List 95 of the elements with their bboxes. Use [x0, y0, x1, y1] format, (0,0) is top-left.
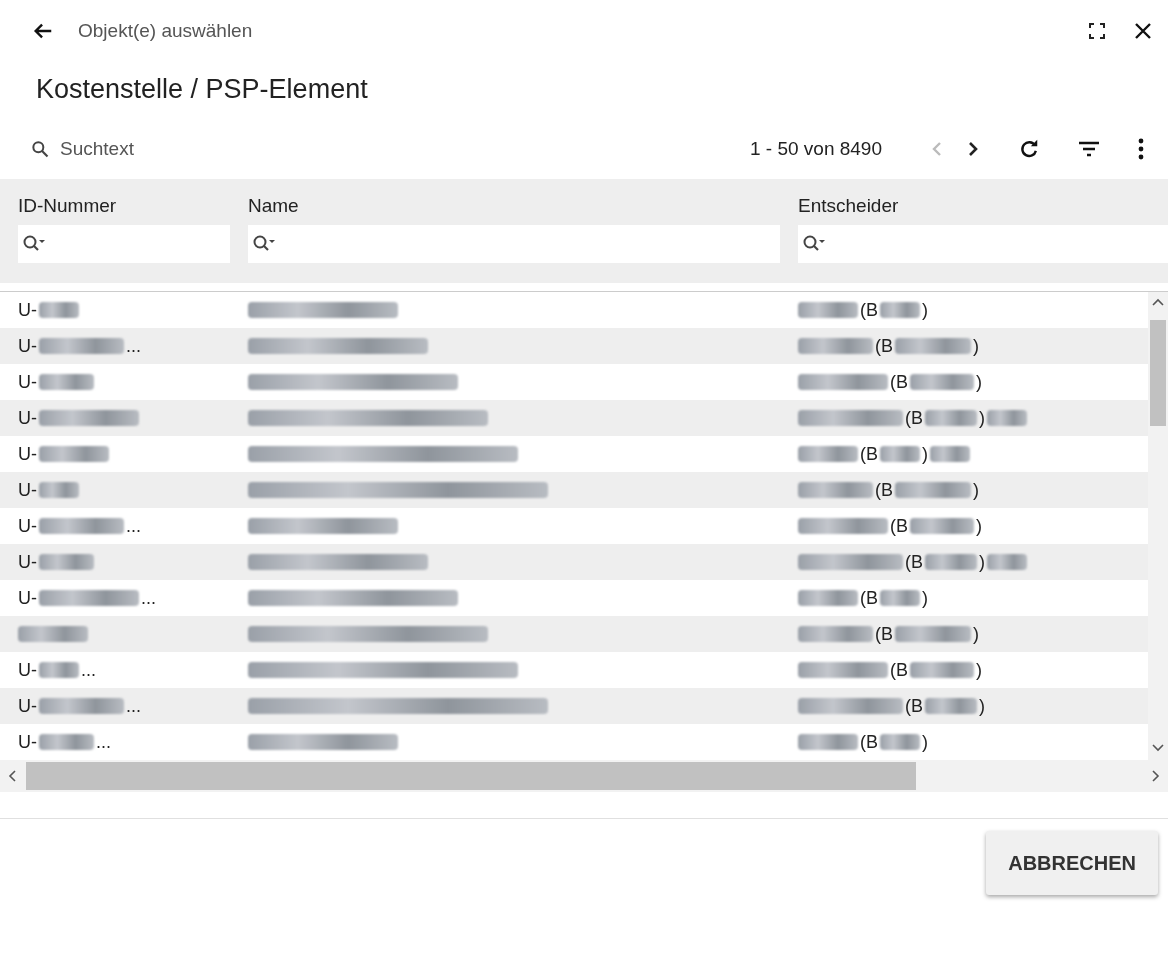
cell-text: U-	[18, 407, 37, 429]
fullscreen-icon	[1088, 22, 1106, 40]
cell-text: )	[979, 407, 985, 429]
chevron-left-icon	[930, 140, 944, 158]
cell-text: (B	[875, 479, 893, 501]
cell-text: (B	[905, 551, 923, 573]
cell-text: (B	[875, 623, 893, 645]
cancel-button[interactable]: ABBRECHEN	[986, 831, 1158, 895]
scroll-left-icon	[8, 770, 16, 782]
redacted-text	[880, 590, 920, 606]
redacted-text	[910, 518, 974, 534]
more-icon	[1138, 138, 1144, 160]
cell-text: )	[976, 515, 982, 537]
cell-text: U-	[18, 587, 37, 609]
cell-text: (B	[875, 335, 893, 357]
cell-text: (B	[890, 515, 908, 537]
column-header[interactable]: Name	[248, 195, 780, 217]
redacted-text	[39, 734, 94, 750]
cell-text: ...	[141, 587, 156, 609]
cell-text: )	[979, 695, 985, 717]
cell-text: (B	[890, 659, 908, 681]
cell-text: (B	[860, 443, 878, 465]
redacted-text	[987, 410, 1027, 426]
cell-text: (B	[860, 299, 878, 321]
redacted-text	[925, 410, 977, 426]
cell-text: (B	[860, 731, 878, 753]
cell-text: ...	[96, 731, 111, 753]
cell-text: (B	[890, 371, 908, 393]
refresh-icon	[1018, 138, 1040, 160]
redacted-text	[880, 302, 920, 318]
cell-text: U-	[18, 695, 37, 717]
redacted-text	[880, 446, 920, 462]
cell-text: ...	[81, 659, 96, 681]
cell-text: )	[973, 623, 979, 645]
cell-text: )	[973, 479, 979, 501]
close-icon	[1134, 22, 1152, 40]
cell-text: U-	[18, 515, 37, 537]
redacted-text	[880, 734, 920, 750]
heading: Kostenstelle / PSP-Element	[35, 73, 369, 106]
redacted-text	[925, 554, 977, 570]
redacted-text	[910, 374, 974, 390]
search-icon	[30, 139, 50, 159]
cell-text: )	[973, 335, 979, 357]
redacted-text	[930, 446, 970, 462]
redacted-text	[798, 590, 858, 606]
cell-text: )	[976, 659, 982, 681]
cell-text: U-	[18, 371, 37, 393]
cell-text: )	[922, 443, 928, 465]
cell-text: U-	[18, 551, 37, 573]
redacted-text	[39, 662, 79, 678]
redacted-text	[798, 302, 858, 318]
chevron-right-icon	[966, 140, 980, 158]
redacted-text	[39, 482, 79, 498]
cell-text: (B	[860, 587, 878, 609]
redacted-text	[925, 698, 977, 714]
cell-text: )	[979, 551, 985, 573]
redacted-text	[18, 626, 88, 642]
cell-text: )	[976, 371, 982, 393]
cell-text: U-	[18, 731, 37, 753]
scroll-up-icon	[1152, 298, 1164, 306]
redacted-text	[987, 554, 1027, 570]
scroll-thumb[interactable]	[26, 762, 916, 790]
cell-text: ...	[126, 335, 141, 357]
scroll-thumb[interactable]	[1150, 320, 1166, 426]
redacted-text	[39, 302, 79, 318]
horizontal-scrollbar[interactable]	[0, 760, 1168, 792]
cell-text: U-	[18, 479, 37, 501]
redacted-text	[910, 662, 974, 678]
column-filter-field[interactable]	[798, 225, 1168, 263]
cell-text: )	[922, 587, 928, 609]
column-header[interactable]: ID-Nummer	[18, 195, 230, 217]
cell-text: )	[922, 299, 928, 321]
cell-text: (B	[905, 695, 923, 717]
cell-text: ...	[126, 695, 141, 717]
cell-text: (B	[905, 407, 923, 429]
vertical-scrollbar[interactable]	[1148, 292, 1168, 760]
redacted-text	[39, 374, 94, 390]
cell-text: U-	[18, 335, 37, 357]
column-filter-field[interactable]	[18, 225, 230, 263]
cell-text: U-	[18, 299, 37, 321]
redacted-text	[798, 734, 858, 750]
cell-text: )	[922, 731, 928, 753]
column-header[interactable]: Entscheider	[798, 195, 1168, 217]
column-filter-field[interactable]	[248, 225, 780, 263]
filter-icon	[1078, 140, 1100, 158]
cell-text: U-	[18, 659, 37, 681]
redacted-text	[39, 446, 109, 462]
dialog-title: Objekt(e) auswählen	[78, 20, 254, 42]
cell-text: ...	[126, 515, 141, 537]
page-range: 1 - 50 von 8490	[749, 138, 882, 160]
scroll-down-icon	[1152, 744, 1164, 752]
cell-text: U-	[18, 443, 37, 465]
redacted-text	[39, 554, 94, 570]
redacted-text	[798, 446, 858, 462]
scroll-right-icon	[1152, 770, 1160, 782]
